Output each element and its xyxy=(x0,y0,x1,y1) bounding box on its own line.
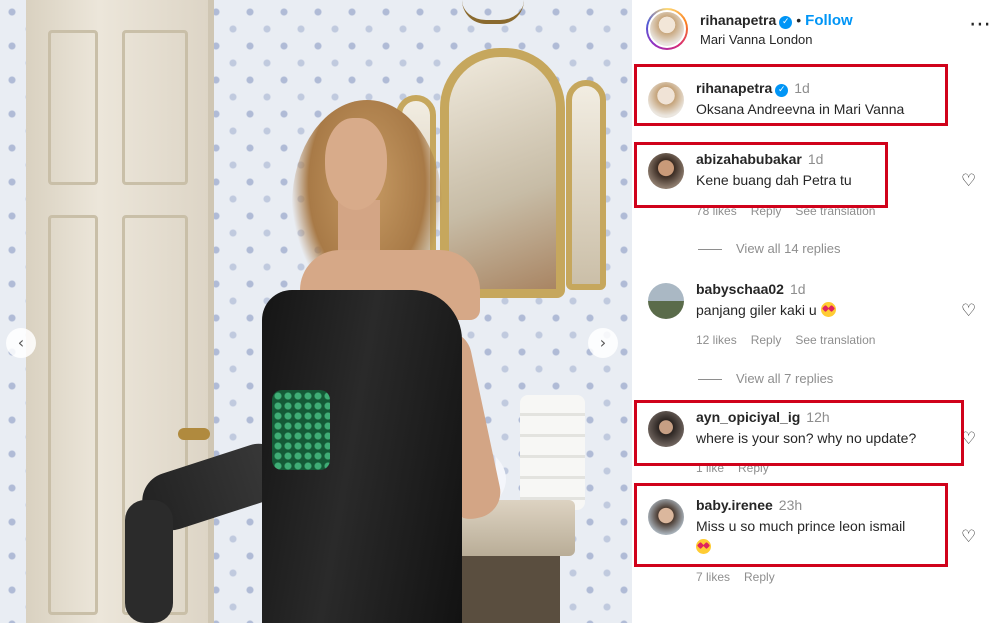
towels xyxy=(520,395,585,510)
chevron-right-icon[interactable]: › xyxy=(588,328,618,358)
heart-icon[interactable]: ♡ xyxy=(961,303,978,320)
comment-time: 1d xyxy=(794,80,810,96)
door xyxy=(26,0,214,623)
heart-icon[interactable]: ♡ xyxy=(961,529,978,546)
comment-meta: 7 likes Reply xyxy=(696,570,789,584)
post-photo[interactable]: ‹ › xyxy=(0,0,632,623)
person-face xyxy=(325,118,387,210)
heart-eyes-emoji-icon xyxy=(820,302,836,317)
chevron-left-icon[interactable]: ‹ xyxy=(6,328,36,358)
location-link[interactable]: Mari Vanna London xyxy=(700,32,813,47)
side-mirror-right xyxy=(566,80,606,290)
comment-meta: 12 likes Reply See translation xyxy=(696,333,889,347)
reply-button[interactable]: Reply xyxy=(751,333,782,347)
comments-panel: rihanapetra ✓ • Follow Mari Vanna London ⋯ … xyxy=(632,0,1000,623)
comment-username[interactable]: babyschaa02 xyxy=(696,281,784,297)
comment-username[interactable]: rihanapetra xyxy=(696,80,772,96)
avatar[interactable] xyxy=(646,8,688,50)
avatar[interactable] xyxy=(648,82,684,118)
verified-badge-icon: ✓ xyxy=(775,84,789,97)
avatar[interactable] xyxy=(648,283,684,319)
separator-dot: • xyxy=(796,12,802,28)
comment-time: 1d xyxy=(789,281,806,297)
highlight-box-comment-4 xyxy=(634,483,948,567)
header-username[interactable]: rihanapetra xyxy=(700,12,776,28)
likes-count[interactable]: 7 likes xyxy=(696,570,730,584)
person-leg-lower xyxy=(125,500,173,623)
highlight-box-comment-1 xyxy=(634,142,888,208)
see-translation-link[interactable]: See translation xyxy=(795,333,875,347)
comment-text: panjang giler kaki u xyxy=(696,301,836,320)
view-replies-link[interactable]: View all 7 replies xyxy=(698,371,833,386)
post-header: rihanapetra ✓ • Follow Mari Vanna London ⋯ xyxy=(632,0,1000,58)
green-beaded-bag xyxy=(272,390,330,470)
highlight-box-comment-3 xyxy=(634,400,964,466)
likes-count[interactable]: 12 likes xyxy=(696,333,737,347)
door-handle xyxy=(178,428,210,440)
wall-lamp xyxy=(462,0,524,24)
reply-button[interactable]: Reply xyxy=(744,570,775,584)
verified-badge-icon: ✓ xyxy=(779,16,793,29)
heart-icon[interactable]: ♡ xyxy=(961,173,978,190)
follow-button[interactable]: Follow xyxy=(805,12,853,29)
view-replies-link[interactable]: View all 14 replies xyxy=(698,241,841,256)
more-horizontal-icon[interactable]: ⋯ xyxy=(969,14,992,36)
comment-text: Oksana Andreevna in Mari Vanna xyxy=(696,101,905,117)
